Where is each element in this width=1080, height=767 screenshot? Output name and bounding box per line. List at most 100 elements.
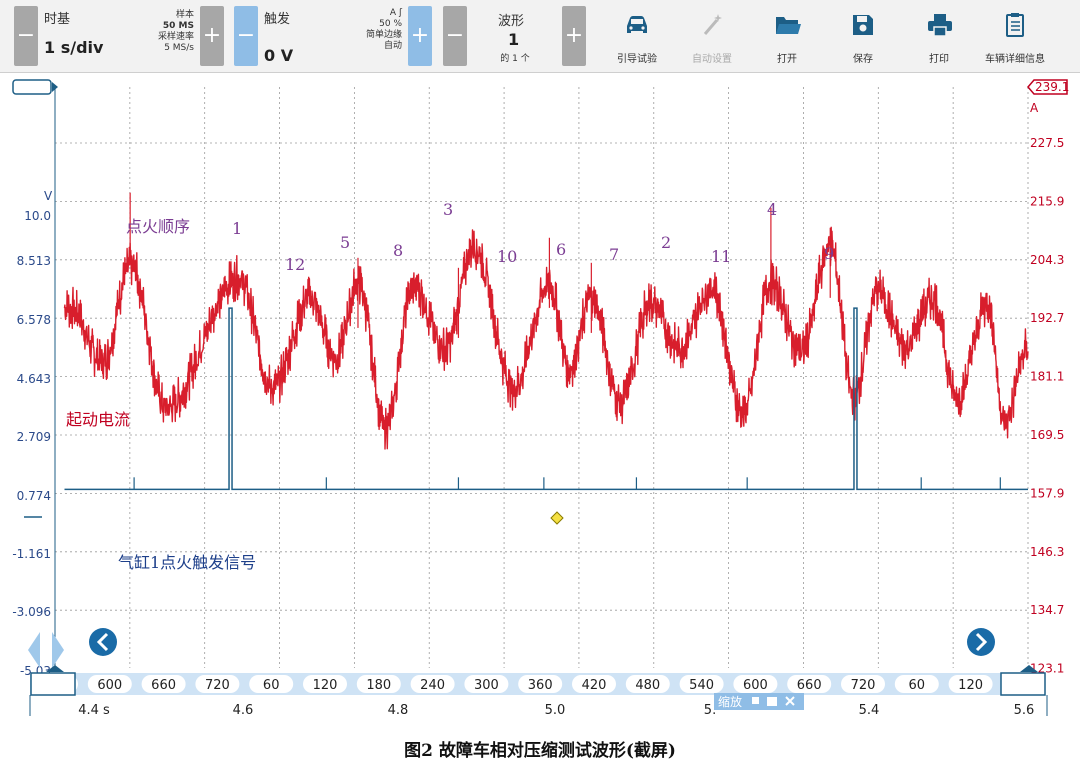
cylinder-label: 2 — [661, 233, 671, 252]
waveform-minus-button[interactable]: − — [443, 6, 467, 66]
left-axis-tick: -1.161 — [12, 547, 51, 561]
crank-tick: 60 — [909, 678, 926, 693]
car-icon — [627, 16, 647, 33]
save-button[interactable]: 保存 — [828, 8, 898, 66]
cylinder-label: 6 — [556, 240, 566, 259]
right-axis-tick: 134.7 — [1030, 603, 1064, 617]
print-label: 打印 — [929, 54, 949, 65]
trigger-channel: A — [389, 8, 397, 18]
cylinder-label: 9 — [824, 244, 834, 263]
trigger-signal-trace — [64, 307, 1028, 491]
cylinder-label: 8 — [393, 241, 403, 260]
cylinder-number-labels: 1 12 5 8 3 10 6 7 2 11 4 9 — [232, 200, 834, 274]
right-axis-tick: 169.5 — [1030, 428, 1064, 442]
trigger-waveform-path — [64, 307, 1028, 491]
cylinder-1-trigger-label: 气缸1点火触发信号 — [118, 553, 256, 572]
trigger-info: A ʃ 50 % 简单边缘 自动 — [340, 8, 402, 52]
left-axis-tick: 6.578 — [17, 313, 51, 327]
timebase-sample-info: 样本 50 MS 采样速率 5 MS/s — [134, 10, 194, 54]
left-axis-tick: 10.0 — [24, 209, 51, 223]
right-axis-tick: 157.9 — [1030, 486, 1064, 500]
previous-page-button[interactable] — [89, 628, 117, 656]
cylinder-label: 10 — [497, 247, 517, 266]
waveform-plus-button[interactable]: + — [562, 6, 586, 66]
left-axis-tick: 8.513 — [17, 254, 51, 268]
crank-tick: 720 — [205, 678, 230, 693]
vehicle-details-button[interactable]: 车辆详细信息 — [980, 8, 1050, 66]
save-icon — [853, 15, 873, 35]
trigger-mode: 简单边缘 — [365, 30, 402, 40]
guided-test-button[interactable]: 引导试验 — [602, 8, 672, 66]
open-button[interactable]: 打开 — [752, 8, 822, 66]
time-tick: 5.0 — [545, 703, 566, 718]
save-label: 保存 — [853, 54, 873, 65]
right-axis-tick: 146.3 — [1030, 545, 1064, 559]
scope-display[interactable]: V 10.08.5136.5784.6432.7090.774-1.161-3.… — [0, 73, 1080, 733]
trigger-label: 触发 — [264, 12, 291, 27]
crank-tick: 240 — [420, 678, 445, 693]
print-button[interactable]: 打印 — [904, 8, 974, 66]
cylinder-label: 12 — [285, 255, 305, 274]
left-axis-ticks: 10.0 8.513 6.578 4.643 2.709 0.774 -1.161 -3.09… — [12, 209, 51, 678]
left-axis-tick: 0.774 — [17, 489, 51, 503]
cylinder-label: 11 — [711, 247, 731, 266]
trigger-percent: 50 % — [379, 19, 402, 29]
crank-tick: 600 — [743, 678, 768, 693]
scroll-left-double-arrow[interactable] — [28, 632, 64, 668]
crank-tick: 120 — [958, 678, 983, 693]
guided-test-label: 引导试验 — [617, 54, 657, 65]
crank-tick: 360 — [528, 678, 553, 693]
trigger-value[interactable]: 0 V — [264, 46, 293, 65]
right-axis-tick: 192.7 — [1030, 311, 1064, 325]
zoom-minimize-icon[interactable] — [752, 697, 759, 704]
right-axis-tick: 181.1 — [1030, 370, 1064, 384]
right-axis-tick: 215.9 — [1030, 194, 1064, 208]
left-axis-tick: -3.096 — [12, 605, 51, 619]
crank-tick: 600 — [97, 678, 122, 693]
time-tick: 4.6 — [233, 703, 254, 718]
time-tick: 4.4 s — [78, 703, 110, 718]
auto-setup-button[interactable]: 自动设置 — [677, 8, 747, 66]
cylinder-label: 5 — [340, 233, 350, 252]
auto-setup-label: 自动设置 — [692, 54, 732, 65]
ruler-handle-top-left[interactable] — [12, 79, 58, 95]
next-page-button[interactable] — [967, 628, 995, 656]
toolbar: − 时基 1 s/div 样本 50 MS 采样速率 5 MS/s + − 触发… — [0, 0, 1080, 73]
cylinder-label: 7 — [609, 245, 619, 264]
left-axis-tick: 2.709 — [17, 430, 51, 444]
clipboard-icon — [1006, 13, 1024, 37]
right-axis-tick: 204.3 — [1030, 253, 1064, 267]
right-axis-top-value: 239.1 — [1035, 80, 1069, 94]
left-axis-tick: 4.643 — [17, 372, 51, 386]
timebase-minus-button[interactable]: − — [14, 6, 38, 66]
timebase-plus-button[interactable]: + — [200, 6, 224, 66]
right-axis-unit: A — [1030, 101, 1039, 115]
samples-label: 样本 — [175, 10, 194, 20]
wand-icon — [703, 14, 722, 35]
right-axis-top-marker[interactable]: 239.1 — [1027, 79, 1069, 95]
cylinder-label: 3 — [443, 200, 453, 219]
samples-value: 50 MS — [162, 21, 194, 31]
time-axis-ticks: 4.4 s 4.6 4.8 5.0 5. 5.4 5.6 — [78, 703, 1034, 718]
crank-tick: 660 — [797, 678, 822, 693]
grid — [54, 87, 1029, 668]
cylinder-label: 4 — [767, 200, 777, 219]
crank-tick: 480 — [635, 678, 660, 693]
waveform-value: 1 — [508, 30, 520, 49]
waveform-count: 的 1 个 — [500, 54, 530, 64]
trigger-point-marker[interactable] — [550, 511, 564, 525]
right-axis-tick: 227.5 — [1030, 136, 1064, 150]
trigger-plus-button[interactable]: + — [408, 6, 432, 66]
current-waveform-path — [63, 226, 1029, 450]
timebase-value[interactable]: 1 s/div — [44, 38, 103, 57]
crank-tick: 720 — [851, 678, 876, 693]
trigger-minus-button[interactable]: − — [234, 6, 258, 66]
zoom-restore-icon[interactable] — [767, 697, 777, 706]
vehicle-details-label: 车辆详细信息 — [985, 54, 1045, 65]
zoom-control[interactable]: 缩放 — [714, 693, 804, 710]
right-axis-ticks: 227.5 215.9 204.3 192.7 181.1 169.5 157.9 146.3… — [1030, 136, 1064, 676]
crank-tick: 660 — [151, 678, 176, 693]
time-tick: 5.6 — [1014, 703, 1035, 718]
time-tick: 4.8 — [388, 703, 409, 718]
crank-tick: 300 — [474, 678, 499, 693]
